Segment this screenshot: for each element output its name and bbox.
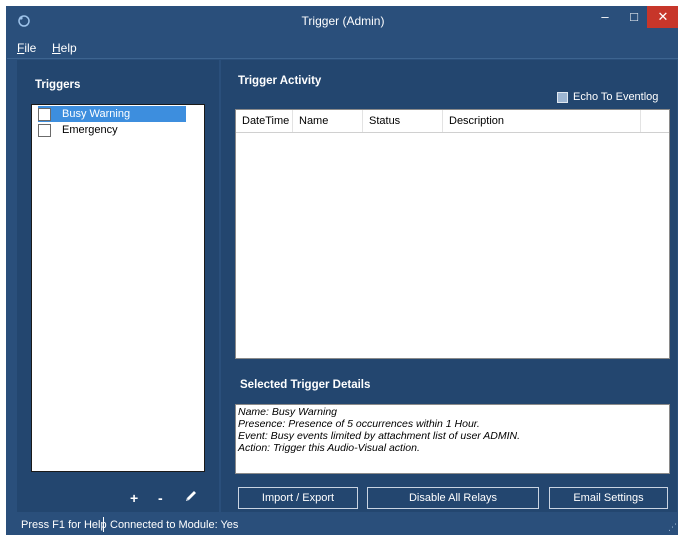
column-header-description[interactable]: Description <box>443 110 641 132</box>
status-help-text: Press F1 for Help <box>21 519 107 531</box>
activity-title: Trigger Activity <box>238 75 322 87</box>
column-header-datetime[interactable]: DateTime <box>236 110 293 132</box>
echo-eventlog-label: Echo To Eventlog <box>573 91 659 103</box>
maximize-button[interactable]: □ <box>621 6 647 28</box>
status-bar: Press F1 for Help Connected to Module: Y… <box>7 514 678 535</box>
pencil-icon[interactable] <box>183 488 199 504</box>
menu-divider <box>7 58 678 59</box>
import-export-button[interactable]: Import / Export <box>238 487 358 509</box>
email-settings-button[interactable]: Email Settings <box>549 487 668 509</box>
trigger-item-label: Emergency <box>62 124 118 136</box>
remove-trigger-button[interactable]: - <box>158 490 163 506</box>
window-title: Trigger (Admin) <box>301 14 385 28</box>
triggers-panel: Triggers Busy Warning Emergency + - <box>17 60 219 512</box>
disable-all-relays-button[interactable]: Disable All Relays <box>367 487 539 509</box>
activity-table[interactable]: DateTime Name Status Description <box>235 109 670 359</box>
status-connection-text: Connected to Module: Yes <box>110 519 239 531</box>
menu-file[interactable]: File <box>17 41 36 55</box>
trigger-item-emergency[interactable]: Emergency <box>38 122 186 138</box>
trigger-item-label: Busy Warning <box>62 108 131 120</box>
trigger-item-busy-warning[interactable]: Busy Warning <box>38 106 186 122</box>
menu-help[interactable]: Help <box>52 41 77 55</box>
trigger-checkbox[interactable] <box>38 108 51 121</box>
table-header: DateTime Name Status Description <box>236 110 669 133</box>
close-button[interactable]: ✕ <box>647 6 678 28</box>
detail-event-line: Event: Busy events limited by attachment… <box>238 430 521 442</box>
details-title: Selected Trigger Details <box>240 379 371 391</box>
trigger-details-text: Name: Busy Warning Presence: Presence of… <box>235 404 670 474</box>
app-window: Trigger (Admin) – □ ✕ File Help Triggers… <box>6 6 678 535</box>
trigger-checkbox[interactable] <box>38 124 51 137</box>
menu-bar: File Help <box>7 36 678 58</box>
resize-grip-icon[interactable]: ⋰ <box>668 522 677 533</box>
echo-eventlog-checkbox[interactable] <box>557 92 568 103</box>
detail-name-line: Name: Busy Warning <box>238 406 338 418</box>
title-bar[interactable]: Trigger (Admin) – □ ✕ <box>7 6 678 36</box>
minimize-button[interactable]: – <box>592 6 618 28</box>
detail-presence-line: Presence: Presence of 5 occurrences with… <box>238 418 480 430</box>
activity-panel: Trigger Activity Echo To Eventlog DateTi… <box>221 60 677 512</box>
add-trigger-button[interactable]: + <box>130 490 138 506</box>
column-header-name[interactable]: Name <box>293 110 363 132</box>
triggers-title: Triggers <box>35 79 81 91</box>
trigger-list[interactable]: Busy Warning Emergency <box>31 104 205 472</box>
status-divider <box>103 517 104 532</box>
column-header-status[interactable]: Status <box>363 110 443 132</box>
detail-action-line: Action: Trigger this Audio-Visual action… <box>238 442 420 454</box>
